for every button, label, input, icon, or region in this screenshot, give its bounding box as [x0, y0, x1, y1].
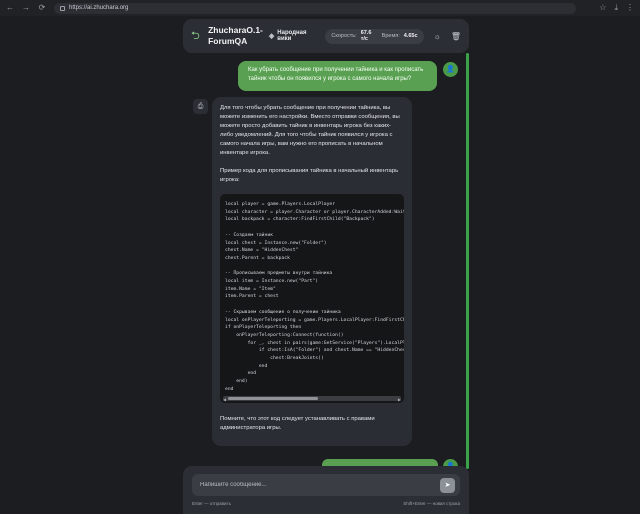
code-line: chest:BreakJoints() — [225, 356, 324, 362]
model-title: ZhucharaO.1- ForumQA — [208, 25, 263, 47]
code-line: end — [225, 363, 268, 369]
code-line: -- Скрываем сообщение о получении тайник… — [225, 309, 341, 315]
user-message: Как убрать сообщение при получении тайни… — [238, 61, 437, 91]
stats-badge: Скорость: 67.6 т/с Время: 4.65с — [325, 28, 424, 44]
code-line: chest.Parent = backpack — [225, 255, 290, 261]
code-line: local character = player.Character or pl… — [225, 209, 404, 215]
url-text: https://ai.zhuchara.org — [69, 5, 129, 11]
code-line: end — [225, 386, 234, 392]
code-line: -- Прописываем предметы внутри тайника — [225, 271, 333, 277]
code-line: onPlayerTeleporting:Connect(function() — [225, 332, 344, 338]
send-icon[interactable]: ➤ — [440, 478, 455, 493]
browser-forward-icon[interactable]: → — [22, 0, 30, 16]
chat-scrollbar[interactable] — [466, 53, 469, 469]
code-lines: local player = game.Players.LocalPlayer l… — [225, 201, 404, 394]
code-line: local backpack = character:FindFirstChil… — [225, 217, 375, 223]
message-input[interactable] — [192, 474, 460, 496]
assistant-paragraph: Для того чтобы убрать сообщение при полу… — [220, 105, 400, 156]
time-value: 4.65с — [403, 33, 418, 39]
hint-newline: Shift+Enter — новая строка — [403, 501, 460, 506]
menu-icon[interactable]: ⋮ — [626, 3, 634, 13]
scroll-left-icon[interactable]: ◀ — [223, 395, 226, 403]
sun-icon[interactable]: ☼ — [434, 32, 441, 41]
star-icon[interactable]: ☆ — [599, 3, 606, 13]
code-horizontal-scrollbar[interactable]: ◀ ▶ — [223, 395, 401, 403]
code-line: for _, chest in pairs(game:GetService("P… — [225, 340, 404, 346]
assistant-paragraph: Помните, что этот код следует устанавлив… — [220, 416, 375, 431]
address-bar[interactable]: https://ai.zhuchara.org — [54, 2, 576, 14]
user-icon: 👤 — [443, 62, 458, 77]
code-line: end — [225, 371, 257, 377]
code-line: local item = Instance.new("Part") — [225, 279, 319, 285]
code-line: end) — [225, 379, 248, 385]
code-line: chest.Name = "HiddenChest" — [225, 248, 299, 254]
browser-toolbar: ← → ⟳ https://ai.zhuchara.org ☆ ⤓ ⋮ — [0, 0, 640, 16]
code-line: local chest = Instance.new("Folder") — [225, 240, 327, 246]
speed-value: 67.6 т/с — [360, 30, 372, 42]
browser-reload-icon[interactable]: ⟳ — [38, 0, 46, 16]
speed-label: Скорость: — [331, 33, 357, 39]
time-label: Время: — [381, 33, 400, 39]
arrow-left-icon[interactable]: ⮌ — [191, 27, 200, 46]
scrollbar-thumb[interactable] — [228, 397, 318, 400]
code-line: local onPlayerTeleporting = game.Players… — [225, 317, 404, 323]
code-block[interactable]: local player = game.Players.LocalPlayer l… — [220, 194, 404, 403]
assistant-message: Для того чтобы убрать сообщение при полу… — [212, 97, 412, 446]
wiki-button[interactable]: ◈ Народная вики — [269, 30, 318, 42]
code-line: item.Name = "Item" — [225, 286, 276, 292]
chat-app: ⮌ ZhucharaO.1- ForumQA ◈ Народная вики С… — [0, 16, 640, 514]
browser-back-icon[interactable]: ← — [6, 0, 14, 16]
composer: ➤ Enter — отправить Shift+Enter — новая … — [183, 466, 469, 514]
layers-icon: ◈ — [268, 33, 275, 40]
code-line: if onPlayerTeleporting then — [225, 325, 302, 331]
lock-icon — [60, 5, 65, 11]
code-line: local player = game.Players.LocalPlayer — [225, 202, 336, 207]
robot-icon: ⎙ — [193, 99, 208, 114]
scroll-right-icon[interactable]: ▶ — [398, 395, 401, 403]
wiki-label: Народная вики — [277, 30, 307, 42]
code-line: -- Создаем тайник — [225, 232, 273, 238]
code-line: item.Parent = chest — [225, 294, 279, 300]
hint-send: Enter — отправить — [192, 501, 231, 506]
model-title-line2: ForumQA — [208, 36, 248, 46]
trash-icon[interactable]: 🗑 — [451, 32, 461, 41]
chat-header: ⮌ ZhucharaO.1- ForumQA ◈ Народная вики С… — [183, 19, 469, 53]
download-icon[interactable]: ⤓ — [614, 3, 618, 13]
code-line: if chest:IsA("Folder") and chest.Name ==… — [225, 348, 404, 354]
assistant-paragraph: Пример кода для прописывания тайника в н… — [220, 168, 399, 183]
model-title-line1: ZhucharaO.1- — [208, 25, 263, 35]
